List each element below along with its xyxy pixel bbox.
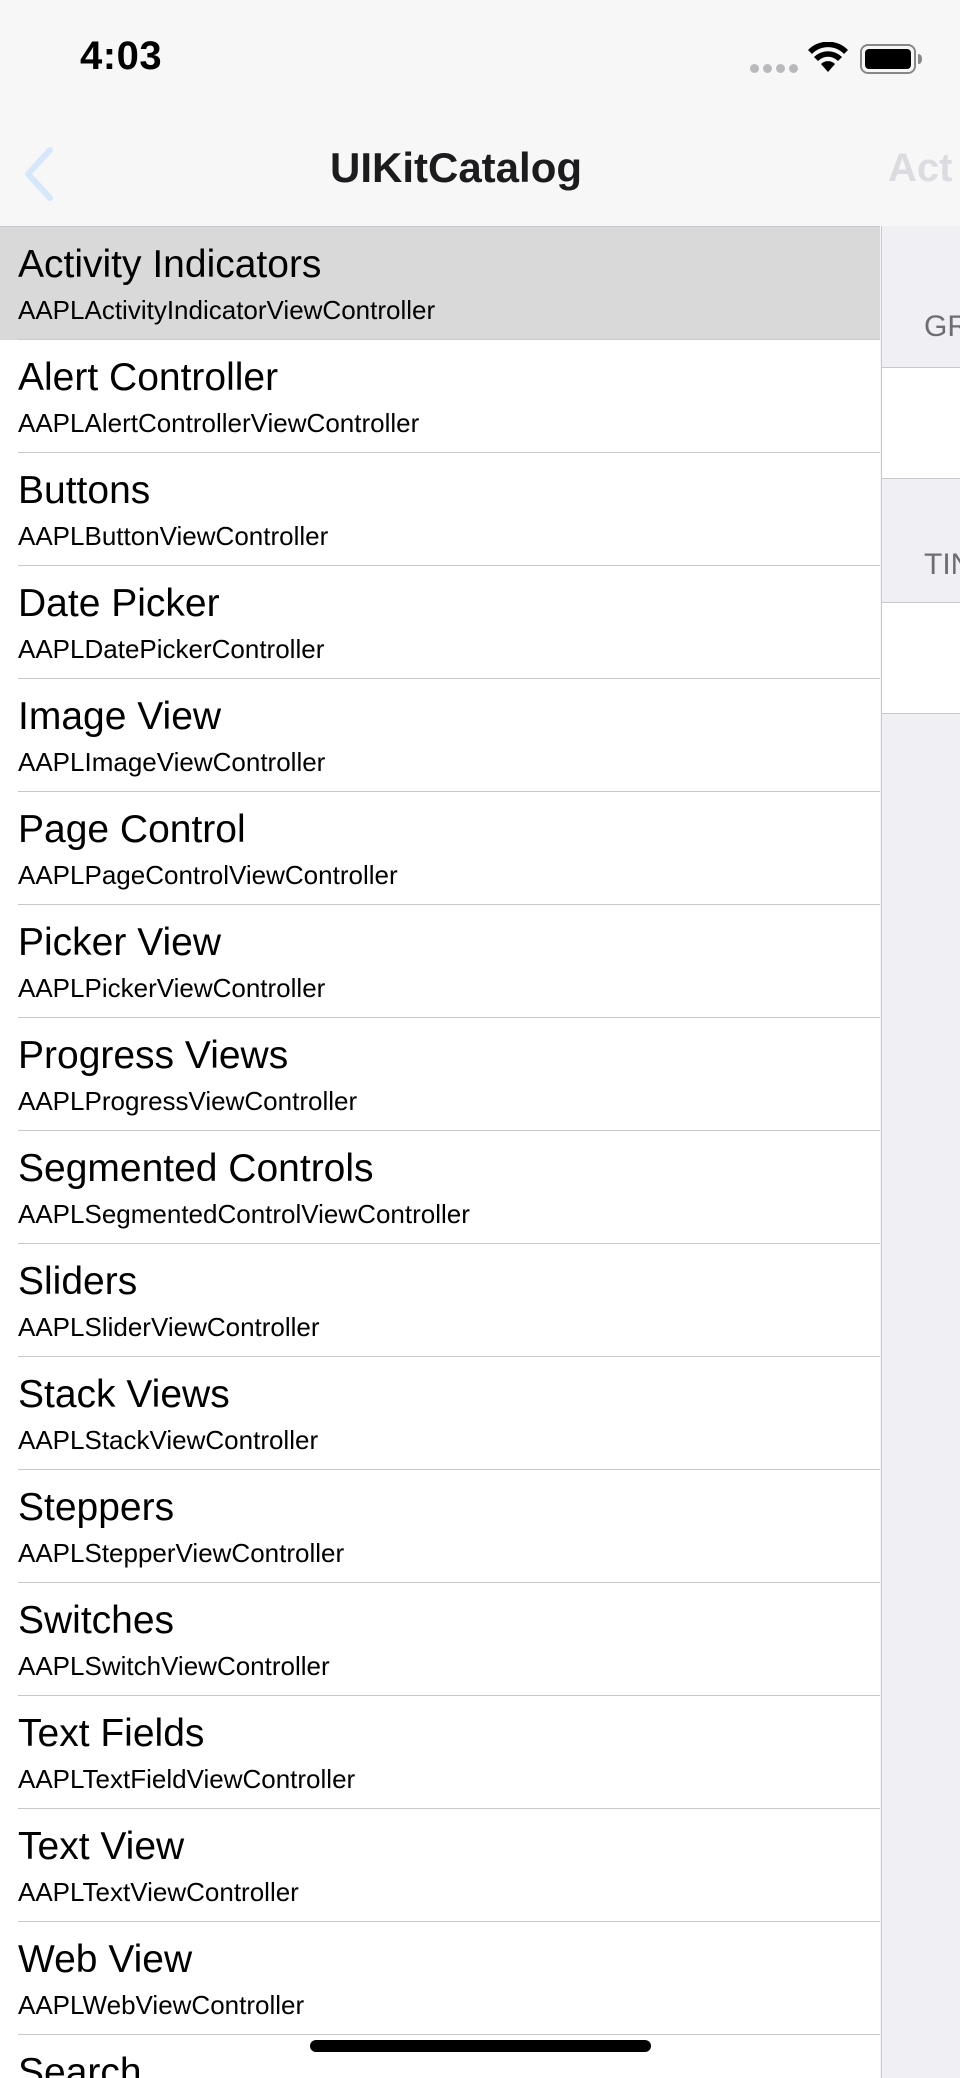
list-item-title: Progress Views	[18, 1034, 289, 1077]
status-time: 4:03	[80, 34, 163, 78]
list-item[interactable]: Sliders AAPLSliderViewController	[0, 1244, 880, 1357]
page-title: UIKitCatalog	[330, 144, 582, 191]
screen: 4:03 UIKitCatalog Act Activity Indicator…	[0, 0, 960, 2078]
list-item-title: Steppers	[18, 1486, 175, 1529]
list-item[interactable]: Progress Views AAPLProgressViewController	[0, 1018, 880, 1131]
detail-title-ghost: Act	[888, 146, 953, 190]
list-item-title: Alert Controller	[18, 356, 279, 399]
list-item-title: Image View	[18, 695, 222, 738]
list-item[interactable]: Image View AAPLImageViewController	[0, 679, 880, 792]
list-item[interactable]: Picker View AAPLPickerViewController	[0, 905, 880, 1018]
list-item-subtitle: AAPLWebViewController	[18, 1990, 305, 2020]
list-item-title: Segmented Controls	[18, 1147, 374, 1190]
catalog-list: Activity Indicators AAPLActivityIndicator…	[0, 226, 880, 2078]
list-item-title: Activity Indicators	[18, 243, 322, 286]
list-item-subtitle: AAPLButtonViewController	[18, 521, 329, 551]
list-item-title: Sliders	[18, 1260, 138, 1303]
list-item-title: Switches	[18, 1599, 175, 1642]
status-bar: 4:03	[0, 0, 960, 120]
list-item-subtitle: AAPLSliderViewController	[18, 1312, 320, 1342]
detail-pane: GR TIN	[881, 226, 960, 2078]
list-item-title: Stack Views	[18, 1373, 230, 1416]
list-item-subtitle: AAPLTextFieldViewController	[18, 1764, 356, 1794]
list-item-title: Buttons	[18, 469, 151, 512]
section-header-2: TIN	[924, 548, 960, 581]
list-item[interactable]: Date Picker AAPLDatePickerController	[0, 566, 880, 679]
list-item-subtitle: AAPLStepperViewController	[18, 1538, 345, 1568]
list-item-title: Picker View	[18, 921, 222, 964]
list-item[interactable]: Alert Controller AAPLAlertControllerViewC…	[0, 340, 880, 453]
list-item[interactable]: Web View AAPLWebViewController	[0, 1922, 880, 2035]
list-item[interactable]: Text Fields AAPLTextFieldViewController	[0, 1696, 880, 1809]
list-item-title: Page Control	[18, 808, 246, 851]
list-item[interactable]: Page Control AAPLPageControlViewControlle…	[0, 792, 880, 905]
cellular-signal-icon	[750, 64, 798, 73]
list-item-subtitle: AAPLPickerViewController	[18, 973, 326, 1003]
list-item-subtitle: AAPLSwitchViewController	[18, 1651, 330, 1681]
section-header-1: GR	[924, 310, 960, 343]
list-item-title: Web View	[18, 1938, 193, 1981]
list-item[interactable]: Text View AAPLTextViewController	[0, 1809, 880, 1922]
navigation-bar: UIKitCatalog Act	[0, 120, 960, 225]
list-item-subtitle: AAPLProgressViewController	[18, 1086, 358, 1116]
wifi-icon	[808, 42, 848, 72]
detail-cell-1[interactable]	[882, 367, 960, 479]
list-item[interactable]: Steppers AAPLStepperViewController	[0, 1470, 880, 1583]
home-indicator	[310, 2040, 651, 2052]
list-item[interactable]: Switches AAPLSwitchViewController	[0, 1583, 880, 1696]
list-item-subtitle: AAPLTextViewController	[18, 1877, 299, 1907]
list-item-subtitle: AAPLActivityIndicatorViewController	[18, 295, 436, 325]
list-item-subtitle: AAPLStackViewController	[18, 1425, 319, 1455]
list-item-title: Date Picker	[18, 582, 220, 625]
list-item-subtitle: AAPLSegmentedControlViewController	[18, 1199, 470, 1229]
list-item-title: Text Fields	[18, 1712, 205, 1755]
list-item-subtitle: AAPLPageControlViewController	[18, 860, 398, 890]
list-item-title: Text View	[18, 1825, 185, 1868]
list-item[interactable]: Activity Indicators AAPLActivityIndicator…	[0, 227, 880, 340]
list-item-title: Search	[18, 2051, 142, 2078]
list-item-subtitle: AAPLImageViewController	[18, 747, 326, 777]
detail-cell-2[interactable]	[882, 602, 960, 714]
battery-icon	[860, 44, 922, 74]
list-item-subtitle: AAPLDatePickerController	[18, 634, 325, 664]
list-item[interactable]: Segmented Controls AAPLSegmentedControlVi…	[0, 1131, 880, 1244]
list-item-subtitle: AAPLAlertControllerViewController	[18, 408, 420, 438]
list-item[interactable]: Buttons AAPLButtonViewController	[0, 453, 880, 566]
list-item[interactable]: Stack Views AAPLStackViewController	[0, 1357, 880, 1470]
